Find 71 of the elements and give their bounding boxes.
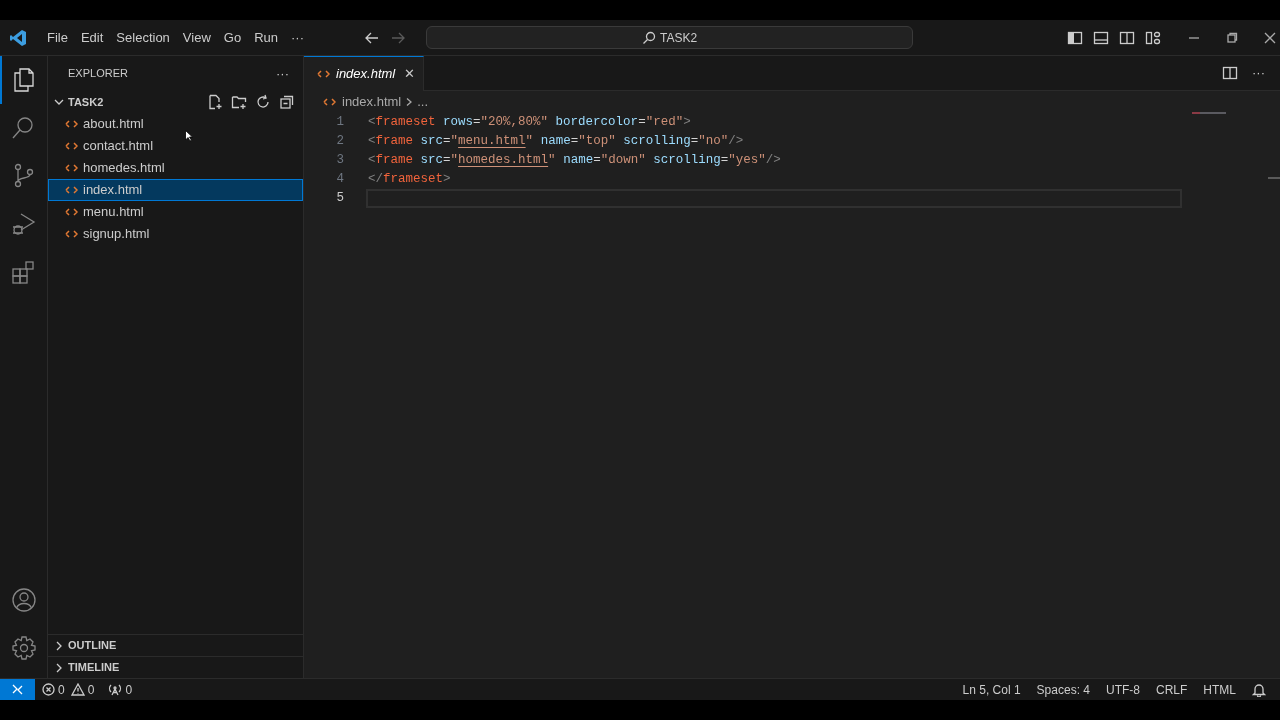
menu-item[interactable]: Run [249, 27, 283, 48]
status-item[interactable]: Ln 5, Col 1 [962, 680, 1021, 699]
html-file-icon [65, 141, 78, 151]
toggle-secondary-sidebar-icon[interactable] [1119, 29, 1135, 46]
code-line: <frameset rows="20%,80%" bordercolor="red"> [367, 114, 692, 132]
explorer-entry[interactable]: index.html [48, 179, 303, 201]
explorer-entry[interactable]: signup.html [48, 223, 303, 245]
toggle-panel-icon[interactable] [1093, 29, 1109, 46]
folder-name[interactable]: TASK2 [68, 93, 104, 111]
menu-item[interactable]: Go [218, 27, 247, 48]
explorer-entry[interactable]: about.html [48, 113, 303, 135]
editor-tab[interactable]: index.html ✕ [304, 56, 425, 91]
panel-header[interactable]: TIMELINE [68, 659, 120, 676]
scrollbar-marker-icon [1268, 177, 1280, 179]
explorer-entry[interactable]: menu.html [48, 201, 303, 223]
breadcrumb-item[interactable]: index.html [342, 92, 402, 112]
menu-item[interactable]: File [42, 27, 73, 48]
close-icon[interactable] [1264, 31, 1276, 44]
command-center[interactable]: TASK2 [426, 26, 913, 49]
explorer-entry[interactable]: contact.html [48, 135, 303, 157]
close-tab-button[interactable]: ✕ [404, 64, 416, 84]
line-number: 5 [335, 190, 345, 208]
problems-status[interactable]: 0 0 [42, 680, 95, 699]
line-number: 2 [335, 133, 345, 151]
html-file-icon [65, 119, 78, 129]
customize-layout-icon[interactable] [1145, 29, 1161, 46]
line-number: 4 [335, 171, 345, 189]
code-line: <frame src="menu.html" name="top" scrolling="no"/> [367, 133, 745, 151]
status-item[interactable]: Spaces: 4 [1036, 680, 1090, 699]
menu-item[interactable]: Selection [111, 27, 175, 48]
more-actions-button[interactable]: ··· [1252, 63, 1265, 83]
remote-icon[interactable] [0, 679, 35, 700]
settings-icon[interactable] [9, 634, 38, 662]
explorer-entry[interactable]: homedes.html [48, 157, 303, 179]
new-folder-icon[interactable] [231, 94, 247, 110]
ports-status[interactable]: 0 [108, 680, 133, 699]
html-file-icon [323, 97, 336, 107]
status-item[interactable]: UTF-8 [1106, 680, 1140, 699]
antenna-icon [108, 683, 123, 696]
html-file-icon [65, 229, 78, 239]
code-line: </frameset> [367, 171, 452, 189]
menu-item[interactable]: Edit [75, 27, 109, 48]
panel-header[interactable]: OUTLINE [68, 637, 117, 654]
more-actions-button[interactable]: ··· [276, 63, 289, 84]
breadcrumb-item[interactable]: ... [417, 92, 429, 112]
warning-icon [70, 683, 85, 696]
notifications-icon[interactable] [1252, 682, 1266, 697]
collapse-all-icon[interactable] [279, 94, 295, 110]
account-icon[interactable] [9, 586, 38, 614]
html-file-icon [65, 185, 78, 195]
line-number: 1 [335, 114, 345, 132]
menu-item[interactable]: ··· [286, 27, 309, 48]
new-file-icon[interactable] [207, 94, 223, 110]
minimap-drawing [1192, 112, 1228, 116]
html-file-icon [317, 69, 330, 79]
refresh-icon[interactable] [255, 94, 271, 110]
mouse-pointer-icon [185, 130, 193, 142]
logo-icon [9, 28, 27, 47]
menu-item[interactable]: View [177, 27, 216, 48]
search-icon [641, 30, 656, 45]
toggle-sidebar-icon[interactable] [1067, 29, 1083, 46]
split-editor-icon[interactable] [1222, 65, 1238, 81]
status-item[interactable]: CRLF [1156, 680, 1188, 699]
html-file-icon [65, 163, 78, 173]
restore-icon[interactable] [1226, 31, 1238, 44]
html-file-icon [65, 207, 78, 217]
line-number: 3 [335, 152, 345, 170]
status-item[interactable]: HTML [1203, 680, 1236, 699]
explorer-title: EXPLORER [68, 66, 128, 82]
code-line: <frame src="homedes.html" name="down" scrolling="yes"/> [367, 152, 782, 170]
error-icon [42, 683, 55, 696]
